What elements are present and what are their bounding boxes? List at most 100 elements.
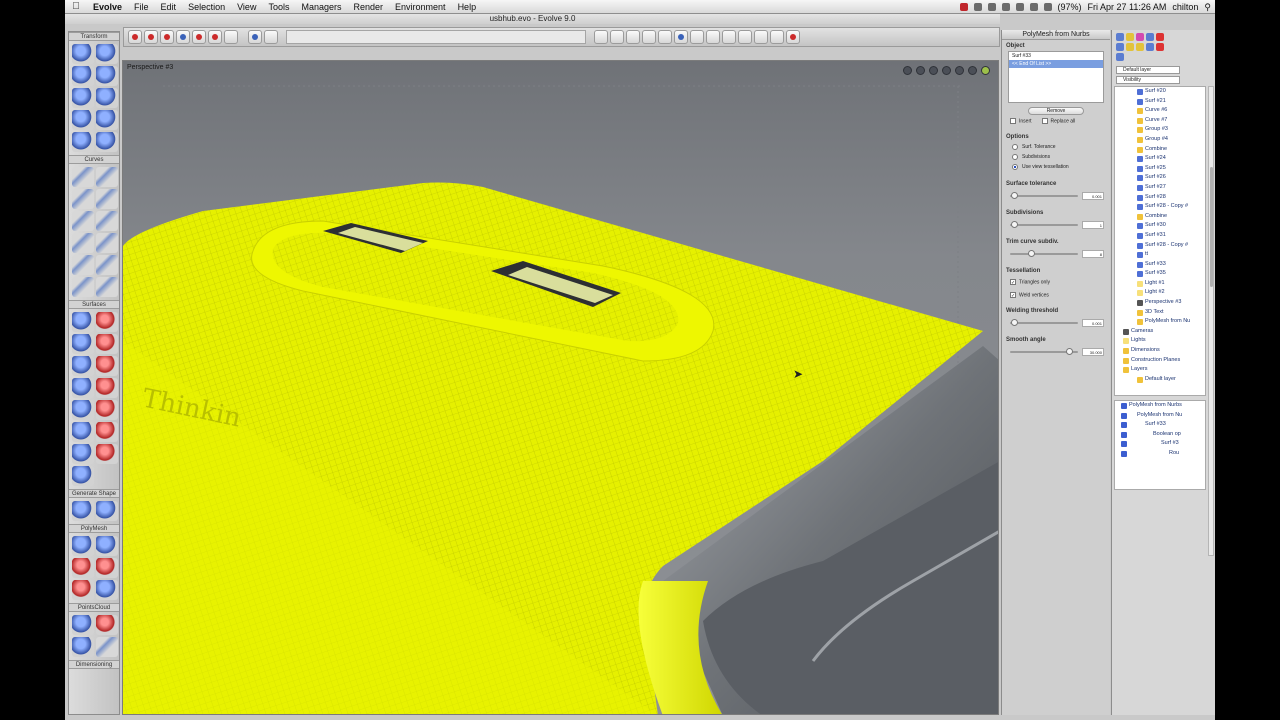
tool-button[interactable] (264, 30, 278, 44)
tree-tool-icon[interactable] (1136, 33, 1144, 41)
surface-tolerance-slider[interactable]: 0.001 (1008, 189, 1104, 203)
tree-node[interactable]: Surf #28 (1115, 193, 1205, 203)
surface-tolerance-value[interactable]: 0.001 (1082, 192, 1104, 201)
bend-tool-icon[interactable] (96, 110, 118, 130)
tree-tool-icon[interactable] (1146, 33, 1154, 41)
app-menu[interactable]: Evolve (87, 0, 128, 14)
triangles-only-option[interactable]: ✓ Triangles only (1002, 276, 1110, 288)
menu-render[interactable]: Render (348, 0, 390, 14)
skin-tool-icon[interactable] (72, 356, 94, 376)
tree-tool-icon[interactable] (1116, 33, 1124, 41)
rotate-view-icon[interactable] (929, 66, 938, 75)
tray-icon[interactable] (1001, 3, 1010, 11)
menu-environment[interactable]: Environment (389, 0, 452, 14)
move-button[interactable] (208, 30, 222, 44)
text-curve-tool-icon[interactable] (96, 277, 118, 297)
tree-node[interactable]: Construction Planes (1115, 356, 1205, 366)
polymesh-tool-icon[interactable] (96, 558, 118, 578)
history-node[interactable]: Surf #33 (1115, 420, 1205, 430)
array-tool-icon[interactable] (72, 88, 94, 108)
tree-node[interactable]: 3D Text (1115, 308, 1205, 318)
subdivisions-slider[interactable]: 1 (1008, 218, 1104, 232)
menu-help[interactable]: Help (452, 0, 483, 14)
revolve-tool-icon[interactable] (96, 312, 118, 332)
tree-node[interactable]: Light #2 (1115, 288, 1205, 298)
tree-node[interactable]: Surf #28 - Copy # (1115, 202, 1205, 212)
line-tool-icon[interactable] (72, 167, 94, 187)
snap-button[interactable] (722, 30, 736, 44)
pan-icon[interactable] (903, 66, 912, 75)
tree-node[interactable]: Group #4 (1115, 135, 1205, 145)
snap-button[interactable] (738, 30, 752, 44)
rotate-tool-icon[interactable] (96, 44, 118, 64)
history-tree[interactable]: PolyMesh from Nurbs PolyMesh from Nu Sur… (1114, 400, 1206, 490)
extrude-tool-icon[interactable] (72, 312, 94, 332)
radio-use-view-tessellation[interactable]: Use view tessellation (1002, 162, 1110, 172)
fillet-surface-tool-icon[interactable] (96, 378, 118, 398)
move-tool-icon[interactable] (72, 44, 94, 64)
polymesh-tool-icon[interactable] (96, 536, 118, 556)
object-tree[interactable]: Surf #20 Surf #21 Curve #6 Curve #7 Grou… (1114, 86, 1206, 396)
polymesh-tool-icon[interactable] (72, 558, 94, 578)
zoom-icon[interactable] (916, 66, 925, 75)
tree-node[interactable]: Surf #35 (1115, 269, 1205, 279)
trash-tool-icon[interactable] (72, 637, 94, 657)
perspective-viewport[interactable]: Perspective #3 Thinkin ➤ (122, 60, 999, 715)
trim-curve-value[interactable]: 8 (1082, 250, 1104, 259)
battery-icon[interactable] (1043, 3, 1052, 11)
spotlight-search-icon[interactable]: ⚲ (1204, 2, 1211, 13)
snap-button[interactable] (754, 30, 768, 44)
scale-tool-icon[interactable] (72, 66, 94, 86)
tool-button[interactable] (224, 30, 238, 44)
arc-tool-icon[interactable] (72, 189, 94, 209)
tree-node[interactable]: Dimensions (1115, 346, 1205, 356)
blend-curve-tool-icon[interactable] (72, 277, 94, 297)
boolean-tool-icon[interactable] (96, 422, 118, 442)
tree-node[interactable]: Surf #30 (1115, 221, 1205, 231)
rectangle-tool-icon[interactable] (72, 211, 94, 231)
round-tool-icon[interactable] (96, 444, 118, 464)
tree-node[interactable]: Surf #20 (1115, 87, 1205, 97)
tree-node[interactable]: Combine (1115, 212, 1205, 222)
smooth-angle-value[interactable]: 30.000 (1082, 347, 1104, 356)
history-node[interactable]: Surf #3 (1115, 439, 1205, 449)
tree-node[interactable]: Perspective #3 (1115, 298, 1205, 308)
volume-icon[interactable] (1029, 3, 1038, 11)
history-node[interactable]: PolyMesh from Nu (1115, 411, 1205, 421)
tree-node[interactable]: Lights (1115, 336, 1205, 346)
snap-button[interactable] (626, 30, 640, 44)
menu-file[interactable]: File (128, 0, 155, 14)
palette-group-pointscloud[interactable]: PointsCloud (69, 603, 119, 612)
sweep-tool-icon[interactable] (96, 334, 118, 354)
check-icon[interactable]: ✓ (1010, 279, 1016, 286)
palette-group-curves[interactable]: Curves (69, 155, 119, 164)
snap-button[interactable] (770, 30, 784, 44)
tree-tool-icon[interactable] (1136, 43, 1144, 51)
insert-option[interactable]: Insert (1010, 118, 1032, 124)
palette-group-dimensioning[interactable]: Dimensioning (69, 660, 119, 669)
tree-node[interactable]: Curve #7 (1115, 116, 1205, 126)
trim-curve-slider[interactable]: 8 (1008, 247, 1104, 261)
offset-surface-tool-icon[interactable] (96, 400, 118, 420)
snap-button[interactable] (610, 30, 624, 44)
tree-node[interactable]: Curve #6 (1115, 106, 1205, 116)
tree-node[interactable]: Surf #27 (1115, 183, 1205, 193)
menu-view[interactable]: View (231, 0, 262, 14)
patch-tool-icon[interactable] (72, 378, 94, 398)
primitive-tool-icon[interactable] (72, 501, 94, 521)
menu-managers[interactable]: Managers (295, 0, 347, 14)
snap-button[interactable] (642, 30, 656, 44)
tree-node[interactable]: Layers (1115, 365, 1205, 375)
tree-node[interactable]: Cameras (1115, 327, 1205, 337)
history-node[interactable]: Rou (1115, 449, 1205, 459)
command-field[interactable] (286, 30, 586, 44)
user-name[interactable]: chilton (1172, 2, 1198, 12)
clock[interactable]: Fri Apr 27 11:26 AM (1088, 2, 1167, 12)
primitive-tool-icon[interactable] (96, 501, 118, 521)
welding-threshold-slider[interactable]: 0.001 (1008, 316, 1104, 330)
shading-icon[interactable] (981, 66, 990, 75)
remove-button[interactable]: Remove (1027, 107, 1085, 115)
align-tool-icon[interactable] (96, 88, 118, 108)
subdivisions-value[interactable]: 1 (1082, 221, 1104, 230)
polymesh-tool-icon[interactable] (96, 580, 118, 600)
